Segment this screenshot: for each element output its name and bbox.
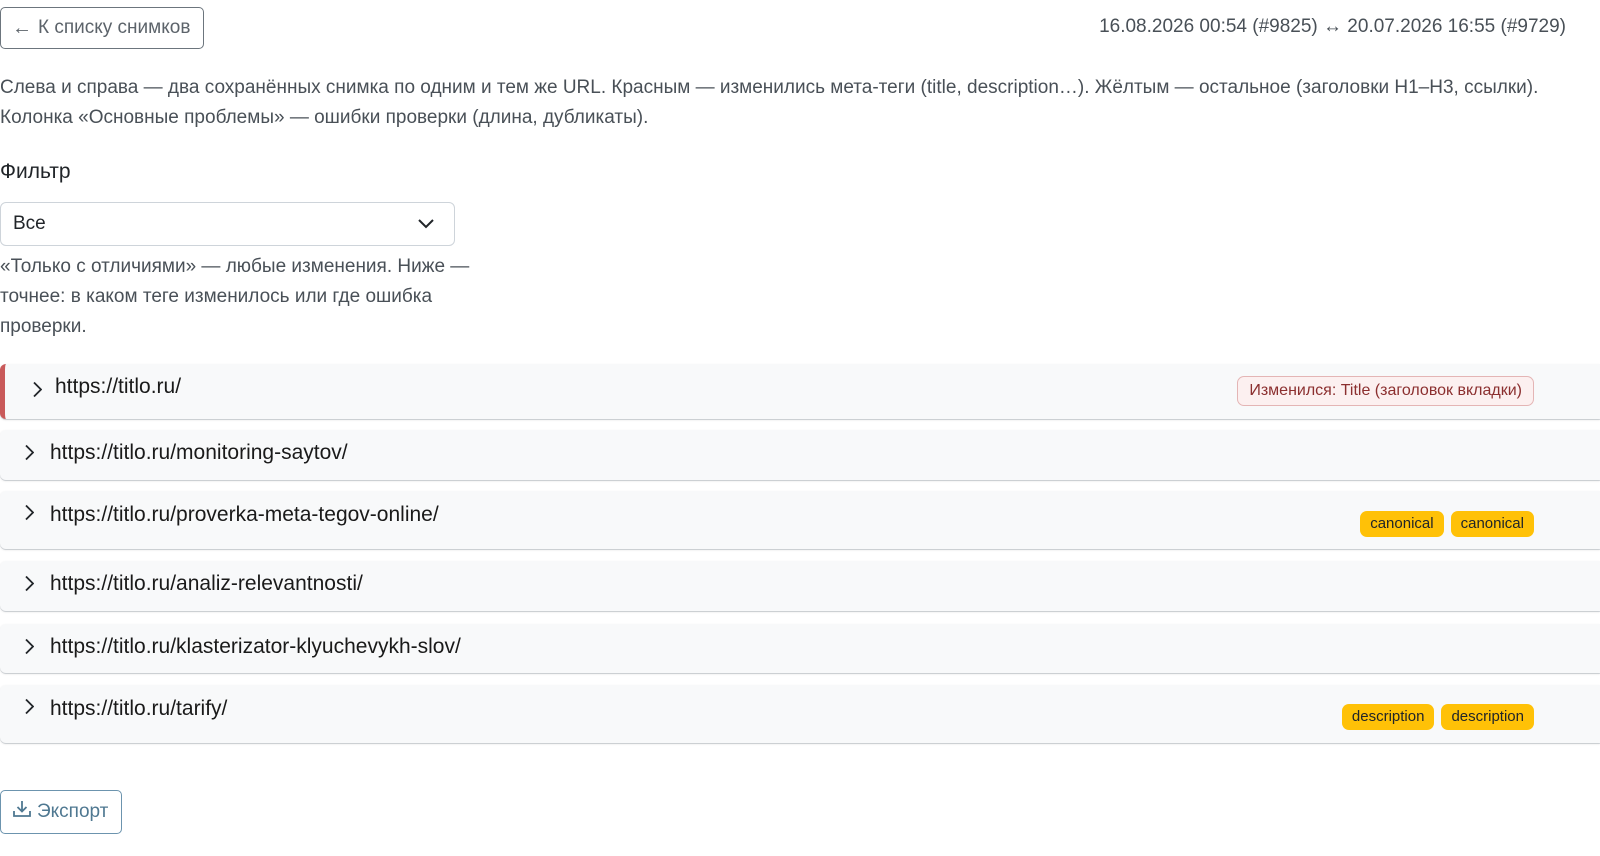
tag-badge: canonical — [1450, 511, 1534, 537]
changed-badge: Изменился: Title (заголовок вкладки) — [1237, 376, 1534, 406]
url-row[interactable]: https://titlo.ru/monitoring-saytov/ — [0, 430, 1600, 480]
export-button[interactable]: Экспорт — [0, 790, 122, 834]
url-row[interactable]: https://titlo.ru/ Изменился: Title (заго… — [0, 364, 1600, 419]
filter-selected-value: Все — [13, 213, 46, 234]
chevron-right-icon — [24, 504, 35, 526]
badge-group: Изменился: Title (заголовок вкладки) — [1237, 376, 1534, 406]
intro-text: Слева и справа — два сохранённых снимка … — [0, 73, 1560, 133]
chevron-right-icon — [24, 575, 35, 597]
back-to-list-button[interactable]: ← К списку снимков — [0, 7, 204, 49]
url-row[interactable]: https://titlo.ru/klasterizator-klyuchevy… — [0, 624, 1600, 673]
url-label: https://titlo.ru/monitoring-saytov/ — [50, 441, 348, 464]
badge-group: description description — [1341, 704, 1534, 730]
chevron-right-icon — [24, 444, 35, 466]
url-label: https://titlo.ru/ — [55, 375, 182, 398]
intro-line-2: Колонка «Основные проблемы» — ошибки про… — [0, 107, 649, 128]
chevron-down-icon — [418, 219, 434, 229]
url-label: https://titlo.ru/proverka-meta-tegov-onl… — [50, 503, 439, 526]
url-row[interactable]: https://titlo.ru/proverka-meta-tegov-onl… — [0, 491, 1600, 549]
download-icon — [12, 799, 32, 825]
tag-badge: description — [1341, 704, 1435, 730]
arrow-left-icon: ← — [12, 16, 32, 39]
tag-badge: description — [1441, 704, 1534, 730]
tag-badge: canonical — [1360, 511, 1444, 537]
url-label: https://titlo.ru/analiz-relevantnosti/ — [50, 572, 363, 595]
url-label: https://titlo.ru/klasterizator-klyuchevy… — [50, 635, 461, 658]
filter-help-text: «Только с отличиями» — любые изменения. … — [0, 256, 470, 337]
filter-label: Фильтр — [0, 160, 71, 183]
export-button-label: Экспорт — [37, 801, 109, 822]
url-row[interactable]: https://titlo.ru/tarify/ description des… — [0, 685, 1600, 743]
badge-group: canonical canonical — [1360, 511, 1534, 537]
chevron-right-icon — [32, 381, 43, 402]
filter-select[interactable]: Все — [0, 202, 455, 246]
chevron-right-icon — [24, 698, 35, 720]
intro-line-1: Слева и справа — два сохранённых снимка … — [0, 77, 1539, 98]
chevron-right-icon — [24, 638, 35, 659]
snapshot-compare-info: 16.08.2026 00:54 (#9825) ↔ 20.07.2026 16… — [1099, 16, 1566, 37]
url-label: https://titlo.ru/tarify/ — [50, 697, 228, 720]
back-button-label: К списку снимков — [38, 17, 191, 38]
url-row[interactable]: https://titlo.ru/analiz-relevantnosti/ — [0, 561, 1600, 611]
